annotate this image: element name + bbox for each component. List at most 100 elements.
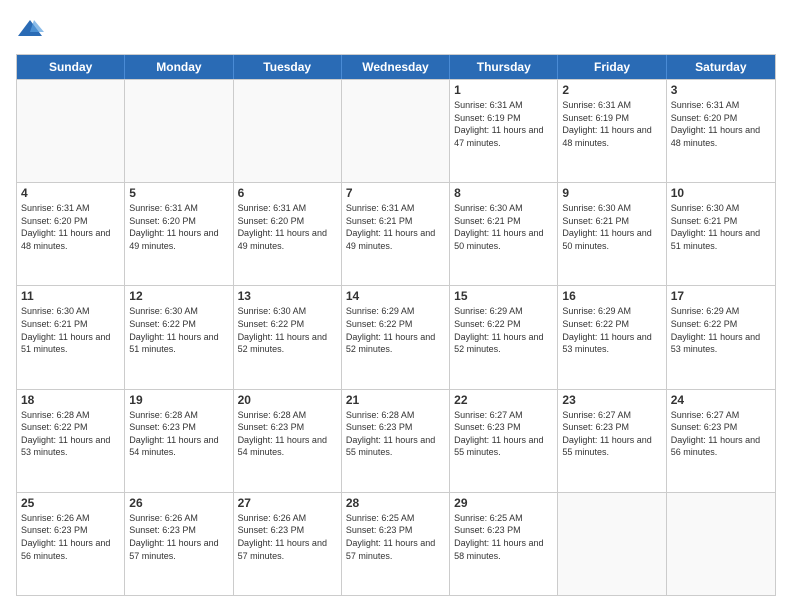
day-cell-empty-0-2 [234, 80, 342, 182]
day-cell-29: 29 Sunrise: 6:25 AM Sunset: 6:23 PM Dayli… [450, 493, 558, 595]
cell-details: Sunrise: 6:29 AM Sunset: 6:22 PM Dayligh… [671, 305, 771, 355]
cell-details: Sunrise: 6:31 AM Sunset: 6:20 PM Dayligh… [21, 202, 120, 252]
day-cell-14: 14 Sunrise: 6:29 AM Sunset: 6:22 PM Dayli… [342, 286, 450, 388]
day-number: 12 [129, 289, 228, 303]
cell-details: Sunrise: 6:25 AM Sunset: 6:23 PM Dayligh… [346, 512, 445, 562]
day-number: 1 [454, 83, 553, 97]
day-cell-16: 16 Sunrise: 6:29 AM Sunset: 6:22 PM Dayli… [558, 286, 666, 388]
calendar: SundayMondayTuesdayWednesdayThursdayFrid… [16, 54, 776, 596]
calendar-row-3: 18 Sunrise: 6:28 AM Sunset: 6:22 PM Dayli… [17, 389, 775, 492]
cell-details: Sunrise: 6:30 AM Sunset: 6:21 PM Dayligh… [21, 305, 120, 355]
day-cell-17: 17 Sunrise: 6:29 AM Sunset: 6:22 PM Dayli… [667, 286, 775, 388]
day-number: 7 [346, 186, 445, 200]
header-day-thursday: Thursday [450, 55, 558, 79]
day-number: 17 [671, 289, 771, 303]
calendar-row-1: 4Sunrise: 6:31 AM Sunset: 6:20 PM Daylig… [17, 182, 775, 285]
cell-details: Sunrise: 6:29 AM Sunset: 6:22 PM Dayligh… [346, 305, 445, 355]
day-cell-28: 28 Sunrise: 6:25 AM Sunset: 6:23 PM Dayli… [342, 493, 450, 595]
day-cell-3: 3Sunrise: 6:31 AM Sunset: 6:20 PM Daylig… [667, 80, 775, 182]
header-day-friday: Friday [558, 55, 666, 79]
day-cell-20: 20 Sunrise: 6:28 AM Sunset: 6:23 PM Dayli… [234, 390, 342, 492]
day-cell-10: 10 Sunrise: 6:30 AM Sunset: 6:21 PM Dayli… [667, 183, 775, 285]
calendar-body: 1 Sunrise: 6:31 AM Sunset: 6:19 PM Daylig… [17, 79, 775, 595]
day-number: 13 [238, 289, 337, 303]
cell-details: Sunrise: 6:28 AM Sunset: 6:23 PM Dayligh… [238, 409, 337, 459]
logo [16, 16, 48, 44]
day-number: 15 [454, 289, 553, 303]
header [16, 16, 776, 44]
day-number: 5 [129, 186, 228, 200]
cell-details: Sunrise: 6:31 AM Sunset: 6:19 PM Dayligh… [562, 99, 661, 149]
cell-details: Sunrise: 6:26 AM Sunset: 6:23 PM Dayligh… [129, 512, 228, 562]
day-cell-12: 12 Sunrise: 6:30 AM Sunset: 6:22 PM Dayli… [125, 286, 233, 388]
calendar-header: SundayMondayTuesdayWednesdayThursdayFrid… [17, 55, 775, 79]
cell-details: Sunrise: 6:28 AM Sunset: 6:23 PM Dayligh… [346, 409, 445, 459]
day-cell-1: 1 Sunrise: 6:31 AM Sunset: 6:19 PM Daylig… [450, 80, 558, 182]
calendar-row-2: 11 Sunrise: 6:30 AM Sunset: 6:21 PM Dayli… [17, 285, 775, 388]
day-number: 6 [238, 186, 337, 200]
cell-details: Sunrise: 6:31 AM Sunset: 6:20 PM Dayligh… [671, 99, 771, 149]
day-number: 25 [21, 496, 120, 510]
cell-details: Sunrise: 6:29 AM Sunset: 6:22 PM Dayligh… [562, 305, 661, 355]
day-cell-5: 5 Sunrise: 6:31 AM Sunset: 6:20 PM Daylig… [125, 183, 233, 285]
header-day-monday: Monday [125, 55, 233, 79]
cell-details: Sunrise: 6:30 AM Sunset: 6:22 PM Dayligh… [129, 305, 228, 355]
cell-details: Sunrise: 6:30 AM Sunset: 6:22 PM Dayligh… [238, 305, 337, 355]
day-number: 22 [454, 393, 553, 407]
day-number: 27 [238, 496, 337, 510]
header-day-tuesday: Tuesday [234, 55, 342, 79]
day-cell-26: 26 Sunrise: 6:26 AM Sunset: 6:23 PM Dayli… [125, 493, 233, 595]
page: SundayMondayTuesdayWednesdayThursdayFrid… [0, 0, 792, 612]
cell-details: Sunrise: 6:30 AM Sunset: 6:21 PM Dayligh… [671, 202, 771, 252]
day-cell-11: 11 Sunrise: 6:30 AM Sunset: 6:21 PM Dayli… [17, 286, 125, 388]
day-cell-2: 2 Sunrise: 6:31 AM Sunset: 6:19 PM Daylig… [558, 80, 666, 182]
cell-details: Sunrise: 6:31 AM Sunset: 6:20 PM Dayligh… [129, 202, 228, 252]
day-cell-18: 18 Sunrise: 6:28 AM Sunset: 6:22 PM Dayli… [17, 390, 125, 492]
day-cell-6: 6 Sunrise: 6:31 AM Sunset: 6:20 PM Daylig… [234, 183, 342, 285]
day-cell-7: 7 Sunrise: 6:31 AM Sunset: 6:21 PM Daylig… [342, 183, 450, 285]
day-number: 8 [454, 186, 553, 200]
day-cell-empty-4-6 [667, 493, 775, 595]
day-cell-8: 8Sunrise: 6:30 AM Sunset: 6:21 PM Daylig… [450, 183, 558, 285]
day-cell-13: 13 Sunrise: 6:30 AM Sunset: 6:22 PM Dayli… [234, 286, 342, 388]
day-number: 14 [346, 289, 445, 303]
day-cell-empty-4-5 [558, 493, 666, 595]
header-day-saturday: Saturday [667, 55, 775, 79]
cell-details: Sunrise: 6:28 AM Sunset: 6:23 PM Dayligh… [129, 409, 228, 459]
day-number: 23 [562, 393, 661, 407]
day-number: 24 [671, 393, 771, 407]
day-cell-4: 4Sunrise: 6:31 AM Sunset: 6:20 PM Daylig… [17, 183, 125, 285]
day-number: 28 [346, 496, 445, 510]
day-cell-empty-0-0 [17, 80, 125, 182]
day-number: 2 [562, 83, 661, 97]
cell-details: Sunrise: 6:28 AM Sunset: 6:22 PM Dayligh… [21, 409, 120, 459]
day-cell-15: 15Sunrise: 6:29 AM Sunset: 6:22 PM Dayli… [450, 286, 558, 388]
day-number: 16 [562, 289, 661, 303]
day-number: 18 [21, 393, 120, 407]
day-number: 29 [454, 496, 553, 510]
day-cell-22: 22 Sunrise: 6:27 AM Sunset: 6:23 PM Dayli… [450, 390, 558, 492]
day-number: 9 [562, 186, 661, 200]
cell-details: Sunrise: 6:31 AM Sunset: 6:19 PM Dayligh… [454, 99, 553, 149]
cell-details: Sunrise: 6:31 AM Sunset: 6:20 PM Dayligh… [238, 202, 337, 252]
day-number: 20 [238, 393, 337, 407]
day-cell-empty-0-3 [342, 80, 450, 182]
day-cell-25: 25 Sunrise: 6:26 AM Sunset: 6:23 PM Dayli… [17, 493, 125, 595]
day-cell-9: 9 Sunrise: 6:30 AM Sunset: 6:21 PM Daylig… [558, 183, 666, 285]
day-cell-27: 27 Sunrise: 6:26 AM Sunset: 6:23 PM Dayli… [234, 493, 342, 595]
calendar-row-4: 25 Sunrise: 6:26 AM Sunset: 6:23 PM Dayli… [17, 492, 775, 595]
cell-details: Sunrise: 6:30 AM Sunset: 6:21 PM Dayligh… [562, 202, 661, 252]
day-number: 11 [21, 289, 120, 303]
day-cell-21: 21Sunrise: 6:28 AM Sunset: 6:23 PM Dayli… [342, 390, 450, 492]
cell-details: Sunrise: 6:27 AM Sunset: 6:23 PM Dayligh… [671, 409, 771, 459]
cell-details: Sunrise: 6:26 AM Sunset: 6:23 PM Dayligh… [21, 512, 120, 562]
cell-details: Sunrise: 6:26 AM Sunset: 6:23 PM Dayligh… [238, 512, 337, 562]
cell-details: Sunrise: 6:31 AM Sunset: 6:21 PM Dayligh… [346, 202, 445, 252]
day-number: 10 [671, 186, 771, 200]
day-cell-19: 19Sunrise: 6:28 AM Sunset: 6:23 PM Dayli… [125, 390, 233, 492]
header-day-wednesday: Wednesday [342, 55, 450, 79]
cell-details: Sunrise: 6:27 AM Sunset: 6:23 PM Dayligh… [454, 409, 553, 459]
header-day-sunday: Sunday [17, 55, 125, 79]
cell-details: Sunrise: 6:25 AM Sunset: 6:23 PM Dayligh… [454, 512, 553, 562]
day-number: 26 [129, 496, 228, 510]
